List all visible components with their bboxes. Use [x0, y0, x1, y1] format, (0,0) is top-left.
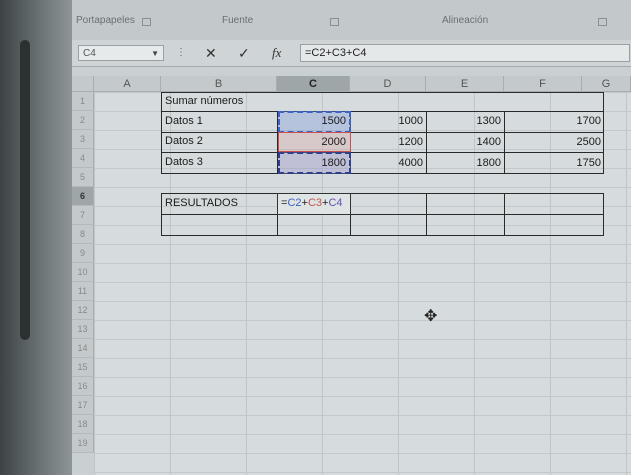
monitor-bezel [0, 0, 72, 475]
row-header-5[interactable]: 5 [72, 168, 94, 187]
formula-input[interactable]: =C2+C3+C4 [300, 44, 630, 62]
row-header-3[interactable]: 3 [72, 130, 94, 149]
formula-token-c2: C2 [287, 197, 302, 209]
cell-f2[interactable]: 1700 [505, 112, 604, 130]
row-header-18[interactable]: 18 [72, 415, 94, 434]
table-divider [161, 214, 604, 215]
cell-d3[interactable]: 1200 [351, 133, 426, 151]
chevron-down-icon[interactable]: ▼ [151, 46, 159, 61]
row-header-17[interactable]: 17 [72, 396, 94, 415]
column-header-b[interactable]: B [161, 76, 277, 92]
row-header-15[interactable]: 15 [72, 358, 94, 377]
cell-d2[interactable]: 1000 [351, 112, 426, 130]
column-header-g[interactable]: G [582, 76, 631, 92]
cell-c2[interactable]: 1500 [278, 112, 349, 130]
row-header-14[interactable]: 14 [72, 339, 94, 358]
table-divider [504, 193, 505, 236]
table-divider [426, 193, 427, 236]
insert-function-icon[interactable]: fx [272, 44, 281, 62]
ribbon: Portapapeles Fuente Alineación [72, 0, 631, 41]
column-header-f[interactable]: F [504, 76, 582, 92]
cell-area[interactable]: Sumar números Datos 1 1500 1000 1300 170… [94, 92, 631, 475]
bezel-slot [20, 40, 30, 340]
cancel-icon[interactable]: ✕ [205, 44, 217, 62]
cell-b1-title[interactable]: Sumar números [162, 92, 342, 110]
row-header-11[interactable]: 11 [72, 282, 94, 301]
column-header-a[interactable]: A [94, 76, 161, 92]
row-header-16[interactable]: 16 [72, 377, 94, 396]
formula-bar: C4 ▼ ⋮ ✕ ✓ fx =C2+C3+C4 [72, 40, 631, 67]
enter-icon[interactable]: ✓ [238, 44, 250, 62]
ribbon-group-alignment[interactable]: Alineación [442, 15, 488, 26]
cell-b4-label[interactable]: Datos 3 [162, 153, 276, 171]
row-header-2[interactable]: 2 [72, 111, 94, 130]
more-options-icon[interactable]: ⋮ [176, 44, 186, 62]
cell-c6-formula: =C2+C3+C4 [278, 194, 350, 212]
row-header-7[interactable]: 7 [72, 206, 94, 225]
clipboard-launcher-icon[interactable] [142, 18, 151, 26]
row-header-4[interactable]: 4 [72, 149, 94, 168]
select-all-corner[interactable] [72, 76, 94, 92]
cell-f3[interactable]: 2500 [505, 133, 604, 151]
alignment-launcher-icon[interactable] [598, 18, 607, 26]
name-box[interactable]: C4 ▼ [78, 45, 164, 61]
formula-token-c4: C4 [328, 197, 343, 209]
row-header-19[interactable]: 19 [72, 434, 94, 453]
row-header-6[interactable]: 6 [72, 187, 94, 206]
cell-b3-label[interactable]: Datos 2 [162, 132, 276, 150]
cell-e4[interactable]: 1800 [427, 154, 504, 172]
column-header-c[interactable]: C [277, 76, 350, 92]
name-box-value: C4 [83, 48, 96, 59]
row-header-8[interactable]: 8 [72, 225, 94, 244]
row-header-9[interactable]: 9 [72, 244, 94, 263]
spreadsheet-grid: A B C D E F G 1 2 3 4 5 6 7 8 9 10 11 12 13 14 15 16 17 1… [72, 76, 631, 475]
row-header-12[interactable]: 12 [72, 301, 94, 320]
cell-b6-results-label[interactable]: RESULTADOS [162, 194, 276, 212]
cell-select-cursor-icon: ✥ [424, 308, 438, 325]
formula-token-c3: C3 [307, 197, 322, 209]
ribbon-group-font[interactable]: Fuente [222, 15, 253, 26]
ribbon-group-clipboard[interactable]: Portapapeles [76, 15, 135, 26]
cell-f4[interactable]: 1750 [505, 154, 604, 172]
cell-c4[interactable]: 1800 [278, 154, 349, 172]
font-launcher-icon[interactable] [330, 18, 339, 26]
column-header-d[interactable]: D [350, 76, 426, 92]
excel-window: Portapapeles Fuente Alineación C4 ▼ ⋮ ✕ … [72, 0, 631, 475]
column-header-e[interactable]: E [426, 76, 504, 92]
cell-e3[interactable]: 1400 [427, 133, 504, 151]
row-header-1[interactable]: 1 [72, 92, 94, 111]
cell-e2[interactable]: 1300 [427, 112, 504, 130]
cell-c3[interactable]: 2000 [278, 133, 349, 151]
cell-d4[interactable]: 4000 [351, 154, 426, 172]
row-header-10[interactable]: 10 [72, 263, 94, 282]
row-header-13[interactable]: 13 [72, 320, 94, 339]
cell-b2-label[interactable]: Datos 1 [162, 112, 276, 130]
